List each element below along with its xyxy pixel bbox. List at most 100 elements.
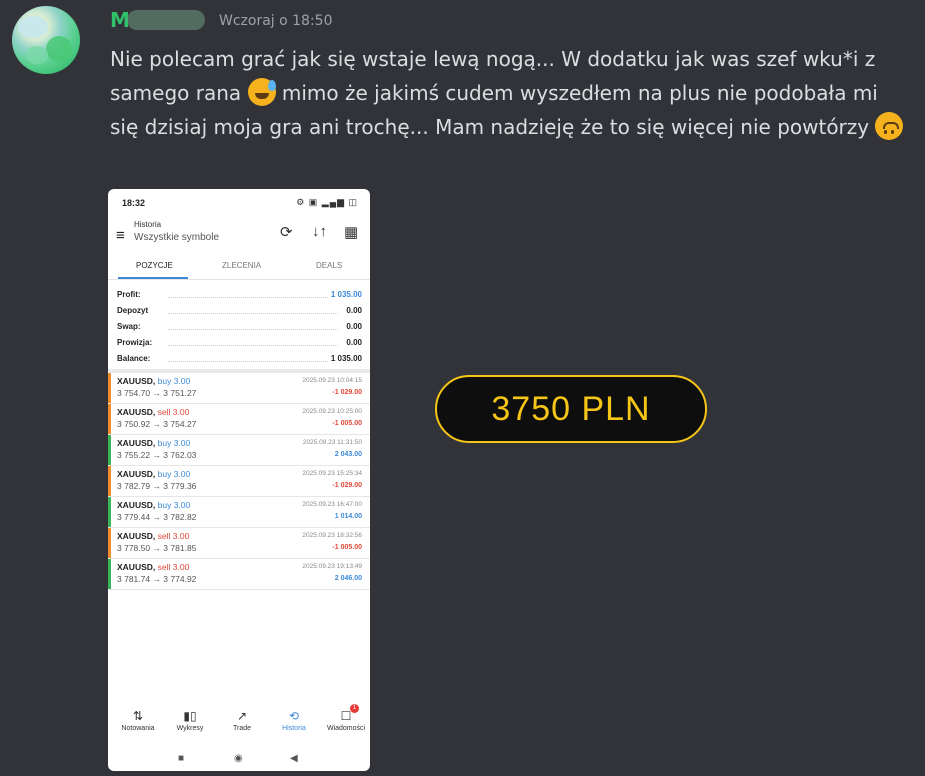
- trade-date: 2025.09.23 10:25:00: [302, 408, 362, 415]
- summary-label: Depozyt: [117, 306, 149, 315]
- nav-item-trade[interactable]: ↗ Trade: [216, 707, 268, 732]
- trade-symbol: XAUUSD, sell 3.00: [117, 531, 189, 541]
- trade-result-bar: [108, 497, 111, 527]
- summary-value: 1 035.00: [327, 354, 362, 363]
- header-title: Historia: [134, 220, 162, 229]
- trade-row[interactable]: XAUUSD, buy 3.00 3 754.70 → 3 751.27 2025.…: [108, 373, 370, 404]
- trade-profit: 2 046.00: [334, 575, 362, 582]
- trade-symbol-text: XAUUSD,: [117, 469, 156, 479]
- phone-status-bar: 18:32 ⚙ ▣ ▂▄▆ ◫: [108, 189, 370, 215]
- hamburger-menu-icon: ≡: [116, 227, 125, 244]
- trade-date: 2025.09.23 18:32:56: [302, 532, 362, 539]
- history-tabs: POZYCJE ZLECENIA DEALS: [108, 255, 370, 280]
- trade-date: 2025.09.23 16:47:00: [302, 501, 362, 508]
- summary-value: 0.00: [343, 306, 362, 315]
- nav-item-wiadomości[interactable]: ☐ Wiadomości 1: [320, 704, 370, 732]
- message-content: Nie polecam grać jak się wstaje lewą nog…: [110, 42, 910, 144]
- app-header: ≡ Historia Wszystkie symbole ⟳ ↓↑ ▦: [108, 215, 370, 255]
- dotted-leader: [168, 297, 338, 298]
- summary-row: Prowizja: 0.00: [108, 335, 370, 351]
- trade-symbol-text: XAUUSD,: [117, 531, 156, 541]
- tab-deals: DEALS: [316, 261, 343, 270]
- header-subtitle: Wszystkie symbole: [134, 232, 220, 243]
- nav-item-wykresy[interactable]: ▮▯ Wykresy: [164, 707, 216, 732]
- trade-row[interactable]: XAUUSD, sell 3.00 3 778.50 → 3 781.85 2025…: [108, 528, 370, 559]
- trade-result-bar: [108, 373, 111, 403]
- trade-date: 2025.09.23 10:04:15: [302, 377, 362, 384]
- trade-result-bar: [108, 528, 111, 558]
- calendar-icon: ▦: [344, 224, 359, 241]
- trade-side: buy 3.00: [157, 500, 191, 510]
- summary-row: Profit: 1 035.00: [108, 287, 370, 303]
- trade-result-bar: [108, 435, 111, 465]
- notification-badge: 1: [350, 704, 359, 713]
- trade-price: 3 750.92 → 3 754.27: [117, 419, 197, 429]
- upside-down-face-emoji-icon: [875, 112, 904, 140]
- tab-pozycje: POZYCJE: [136, 261, 173, 270]
- trade-list: XAUUSD, buy 3.00 3 754.70 → 3 751.27 2025.…: [108, 373, 370, 590]
- message-timestamp: Wczoraj o 18:50: [219, 13, 333, 29]
- author-avatar[interactable]: [12, 6, 80, 74]
- trade-symbol: XAUUSD, sell 3.00: [117, 407, 189, 417]
- attached-screenshot[interactable]: 18:32 ⚙ ▣ ▂▄▆ ◫ ≡ Historia Wszystkie sym…: [108, 189, 370, 771]
- trade-row[interactable]: XAUUSD, sell 3.00 3 781.74 → 3 774.92 2025…: [108, 559, 370, 590]
- summary-row: Swap: 0.00: [108, 319, 370, 335]
- nav-label: Wiadomości: [326, 725, 366, 732]
- trade-symbol-text: XAUUSD,: [117, 407, 156, 417]
- trade-symbol-text: XAUUSD,: [117, 562, 156, 572]
- status-time: 18:32: [122, 198, 146, 208]
- trade-symbol: XAUUSD, buy 3.00: [117, 469, 190, 479]
- trade-side: buy 3.00: [157, 469, 191, 479]
- trade-price: 3 778.50 → 3 781.85: [117, 543, 197, 553]
- active-tab-indicator: [118, 277, 188, 279]
- trade-symbol-text: XAUUSD,: [117, 376, 156, 386]
- trade-side: buy 3.00: [157, 438, 191, 448]
- trade-result-bar: [108, 466, 111, 496]
- nav-item-historia[interactable]: ⟲ Historia: [268, 707, 320, 732]
- trade-profit: 1 014.00: [334, 513, 362, 520]
- trade-price: 3 782.79 → 3 779.36: [117, 481, 197, 491]
- nav-label: Notowania: [121, 725, 155, 732]
- trade-symbol: XAUUSD, buy 3.00: [117, 500, 190, 510]
- nav-label: Wykresy: [176, 725, 204, 732]
- summary-value: 0.00: [343, 338, 362, 347]
- summary-value: 1 035.00: [327, 290, 362, 299]
- recents-icon: ■: [178, 753, 185, 764]
- trade-symbol: XAUUSD, buy 3.00: [117, 376, 190, 386]
- trade-profit: -1 029.00: [332, 389, 362, 396]
- history-icon: ⟲: [288, 709, 300, 723]
- dotted-leader: [168, 345, 338, 346]
- candles-icon: ▮▯: [183, 709, 197, 723]
- dotted-leader: [168, 313, 338, 314]
- trade-price: 3 755.22 → 3 762.03: [117, 450, 197, 460]
- trade-side: sell 3.00: [157, 562, 190, 572]
- nav-item-notowania[interactable]: ⇅ Notowania: [112, 707, 164, 732]
- trade-price: 3 779.44 → 3 782.82: [117, 512, 197, 522]
- trade-price: 3 754.70 → 3 751.27: [117, 388, 197, 398]
- back-icon: ◀: [290, 753, 298, 764]
- trade-symbol: XAUUSD, sell 3.00: [117, 562, 189, 572]
- summary-label: Prowizja:: [117, 338, 153, 347]
- trade-date: 2025.09.23 11:31:50: [302, 439, 362, 446]
- trade-row[interactable]: XAUUSD, buy 3.00 3 779.44 → 3 782.82 2025.…: [108, 497, 370, 528]
- home-icon: ◉: [234, 753, 243, 764]
- trade-date: 2025.09.23 15:25:34: [302, 470, 362, 477]
- status-icons: ⚙ ▣ ▂▄▆ ◫: [296, 197, 358, 207]
- trade-profit: -1 005.00: [332, 420, 362, 427]
- arrows-icon: ⇅: [132, 709, 144, 723]
- summary-row: Balance: 1 035.00: [108, 351, 370, 367]
- messages-icon: ☐: [340, 709, 352, 723]
- trade-side: sell 3.00: [157, 407, 190, 417]
- trade-row[interactable]: XAUUSD, sell 3.00 3 750.92 → 3 754.27 2025…: [108, 404, 370, 435]
- nav-label: Historia: [282, 725, 306, 732]
- trade-price: 3 781.74 → 3 774.92: [117, 574, 197, 584]
- trade-row[interactable]: XAUUSD, buy 3.00 3 755.22 → 3 762.03 2025.…: [108, 435, 370, 466]
- trade-side: buy 3.00: [157, 376, 191, 386]
- dotted-leader: [168, 329, 338, 330]
- trade-row[interactable]: XAUUSD, buy 3.00 3 782.79 → 3 779.36 2025.…: [108, 466, 370, 497]
- tab-zlecenia: ZLECENIA: [222, 261, 262, 270]
- trend-icon: ↗: [236, 709, 248, 723]
- trade-symbol-text: XAUUSD,: [117, 500, 156, 510]
- trade-profit: 2 043.00: [334, 451, 362, 458]
- summary-label: Swap:: [117, 322, 141, 331]
